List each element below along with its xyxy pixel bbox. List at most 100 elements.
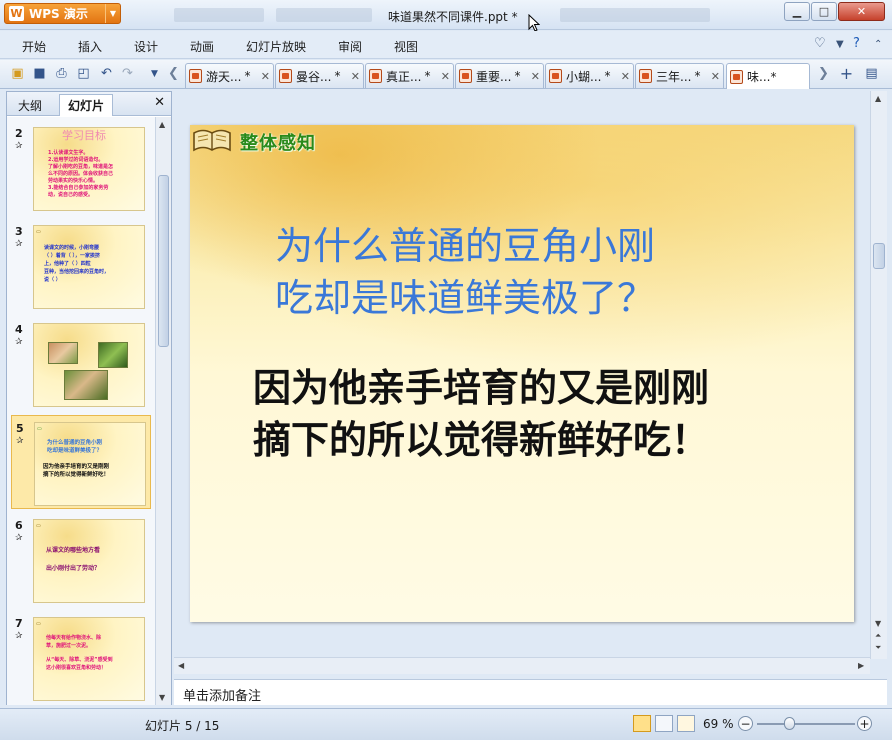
tab-outline[interactable]: 大纲 [10, 94, 50, 116]
scrollbar-thumb[interactable] [158, 175, 169, 347]
save-icon[interactable]: ■ [31, 65, 48, 82]
thumb-title: 学习目标 [62, 129, 106, 142]
slide-thumbnail[interactable]: 7 ✰ ▭ 他每天有给作物浇水、除 草，施肥过一次泥。 从“每天、除草、浇泥”感… [11, 611, 151, 705]
open-folder-icon[interactable]: ▣ [9, 65, 26, 82]
wps-logo-icon: W [9, 6, 24, 21]
slide-section-header[interactable]: 整体感知 [240, 129, 316, 155]
thumb-header-icon: ▭ [36, 621, 41, 627]
notes-placeholder[interactable]: 单击添加备注 [183, 685, 261, 704]
slide-number: 5 [16, 422, 24, 435]
zoom-slider-handle[interactable] [784, 717, 795, 730]
tab-label: 游天... [206, 69, 242, 84]
document-tab[interactable]: 小蝴... * ✕ [545, 63, 634, 88]
scroll-left-icon[interactable]: ◀ [178, 661, 184, 670]
slide-thumbnail[interactable]: 2 ✰ 学习目标 1.认读课文生字。 2.运用学过的词语造句。 了解小刚吃的豆角… [11, 121, 151, 215]
current-slide[interactable]: 整体感知 为什么普通的豆角小刚 吃却是味道鲜美极了？ 因为他亲手培育的又是刚刚 … [190, 125, 854, 622]
new-tab-icon[interactable]: + [838, 64, 855, 83]
tab-scroll-right-icon[interactable]: ❯ [815, 65, 832, 82]
slide-number: 7 [15, 617, 23, 630]
zoom-in-button[interactable]: + [857, 716, 872, 731]
zoom-level: 69 % [703, 717, 734, 731]
zoom-slider-track[interactable] [757, 723, 855, 725]
print-icon[interactable]: ⎙ [53, 65, 70, 82]
next-slide-icon[interactable]: ⏷ [875, 643, 881, 653]
scroll-right-icon[interactable]: ▶ [858, 661, 864, 670]
close-icon[interactable]: ✕ [531, 70, 540, 83]
ppt-file-icon [189, 69, 202, 83]
menu-chevron-icon[interactable]: ▼ [836, 39, 844, 50]
ribbon-toggle-icon[interactable]: ⌃ [874, 39, 882, 50]
scroll-down-icon[interactable]: ▼ [875, 619, 881, 628]
slide-horizontal-scrollbar[interactable]: ◀ ▶ [174, 657, 870, 674]
animation-star-icon: ✰ [15, 631, 23, 641]
shirt-skin-icon[interactable]: ♡ [814, 36, 826, 51]
document-tab[interactable]: 曼谷... * ✕ [275, 63, 364, 88]
slide-thumbnail[interactable]: 3 ✰ ▭ 读课文的时候，小刚弯腰 （ ）着背（ ），一家挨挤 上，他种了（ ）… [11, 219, 151, 313]
slide-number: 3 [15, 225, 23, 238]
undo-icon[interactable]: ↶ [98, 65, 115, 82]
tab-label: 三年... [656, 69, 692, 84]
notes-pane[interactable]: 单击添加备注 [174, 679, 887, 705]
redo-icon[interactable]: ↷ [119, 65, 136, 82]
scrollbar-thumb[interactable] [873, 243, 885, 269]
maximize-button[interactable]: □ [811, 2, 837, 21]
thumb-header-icon: ▭ [37, 426, 42, 432]
slide-thumbnail-selected[interactable]: 5 ✰ ▭ 为什么普通的豆角小刚 吃却是味道鲜美极了？ 因为他亲手培育的又是刚刚… [11, 415, 151, 509]
customize-toolbar-icon[interactable]: ▼ [146, 65, 163, 82]
animation-star-icon: ✰ [15, 533, 23, 543]
document-tab[interactable]: 游天... * ✕ [185, 63, 274, 88]
animation-star-icon: ✰ [15, 337, 23, 347]
wps-app-menu-button[interactable]: W WPS 演示 ▼ [4, 3, 121, 24]
question-line: 吃却是味道鲜美极了？ [275, 276, 656, 320]
thumb-line: 摘下的所以觉得新鲜好吃！ [43, 472, 110, 478]
scroll-down-icon[interactable]: ▼ [159, 693, 165, 702]
thumbnail-scrollbar[interactable]: ▲ ▼ [155, 117, 171, 705]
thumb-line: （ ）着背（ ），一家挨挤 [44, 253, 100, 259]
menu-design[interactable]: 设计 [134, 38, 158, 55]
question-textbox[interactable]: 为什么普通的豆角小刚 吃却是味道鲜美极了？ [275, 220, 745, 324]
document-tab-active[interactable]: 味...* [726, 63, 810, 89]
scroll-up-icon[interactable]: ▲ [875, 94, 881, 103]
panel-tabs: 大纲 幻灯片 ✕ [7, 92, 171, 116]
document-tab[interactable]: 重要... * ✕ [455, 63, 544, 88]
minimize-button[interactable]: ▁ [784, 2, 810, 21]
menu-animation[interactable]: 动画 [190, 38, 214, 55]
slideshow-play-icon[interactable] [677, 715, 695, 732]
menu-view[interactable]: 视图 [394, 38, 418, 55]
ppt-file-icon [459, 69, 472, 83]
question-line: 为什么普通的豆角小刚 [275, 224, 656, 268]
print-preview-icon[interactable]: ◰ [75, 65, 92, 82]
document-tab[interactable]: 三年... * ✕ [635, 63, 724, 88]
close-icon[interactable]: ✕ [711, 70, 720, 83]
help-icon[interactable]: ? [853, 36, 860, 51]
close-icon[interactable]: ✕ [154, 95, 165, 110]
tab-slides[interactable]: 幻灯片 [59, 94, 114, 116]
tab-label: 曼谷... [296, 69, 332, 84]
tab-scroll-left-icon[interactable]: ❮ [165, 65, 182, 82]
slide-sorter-view-icon[interactable] [655, 715, 673, 732]
close-window-button[interactable]: ✕ [838, 2, 885, 21]
close-icon[interactable]: ✕ [351, 70, 360, 83]
menu-home[interactable]: 开始 [22, 38, 46, 55]
quick-toolbar: ▣ ■ ⎙ ◰ ↶ ↷ ▼ ❮ 游天... * ✕ 曼谷... * ✕ 真正..… [0, 60, 892, 89]
slide-number: 4 [15, 323, 23, 336]
animation-star-icon: ✰ [15, 141, 23, 151]
slide-vertical-scrollbar[interactable]: ▲ ▼ ⏶ ⏷ [870, 91, 887, 659]
answer-textbox[interactable]: 因为他亲手培育的又是刚刚 摘下的所以觉得新鲜好吃！ [253, 362, 813, 466]
close-icon[interactable]: ✕ [621, 70, 630, 83]
menu-review[interactable]: 审阅 [338, 38, 362, 55]
ppt-file-icon [369, 69, 382, 83]
menu-insert[interactable]: 插入 [78, 38, 102, 55]
slide-thumbnail[interactable]: 4 ✰ [11, 317, 151, 411]
scroll-up-icon[interactable]: ▲ [159, 120, 165, 129]
slide-thumbnail[interactable]: 6 ✰ ▭ 从课文的哪些地方看 出小刚付出了劳动？ [11, 513, 151, 607]
zoom-out-button[interactable]: − [738, 716, 753, 731]
tab-list-icon[interactable]: ▤ [863, 65, 880, 82]
close-icon[interactable]: ✕ [441, 70, 450, 83]
document-tab[interactable]: 真正... * ✕ [365, 63, 454, 88]
thumb-line: 为什么普通的豆角小刚 [47, 440, 103, 446]
previous-slide-icon[interactable]: ⏶ [875, 631, 881, 641]
normal-view-icon[interactable] [633, 715, 651, 732]
menu-slideshow[interactable]: 幻灯片放映 [246, 38, 306, 55]
close-icon[interactable]: ✕ [261, 70, 270, 83]
